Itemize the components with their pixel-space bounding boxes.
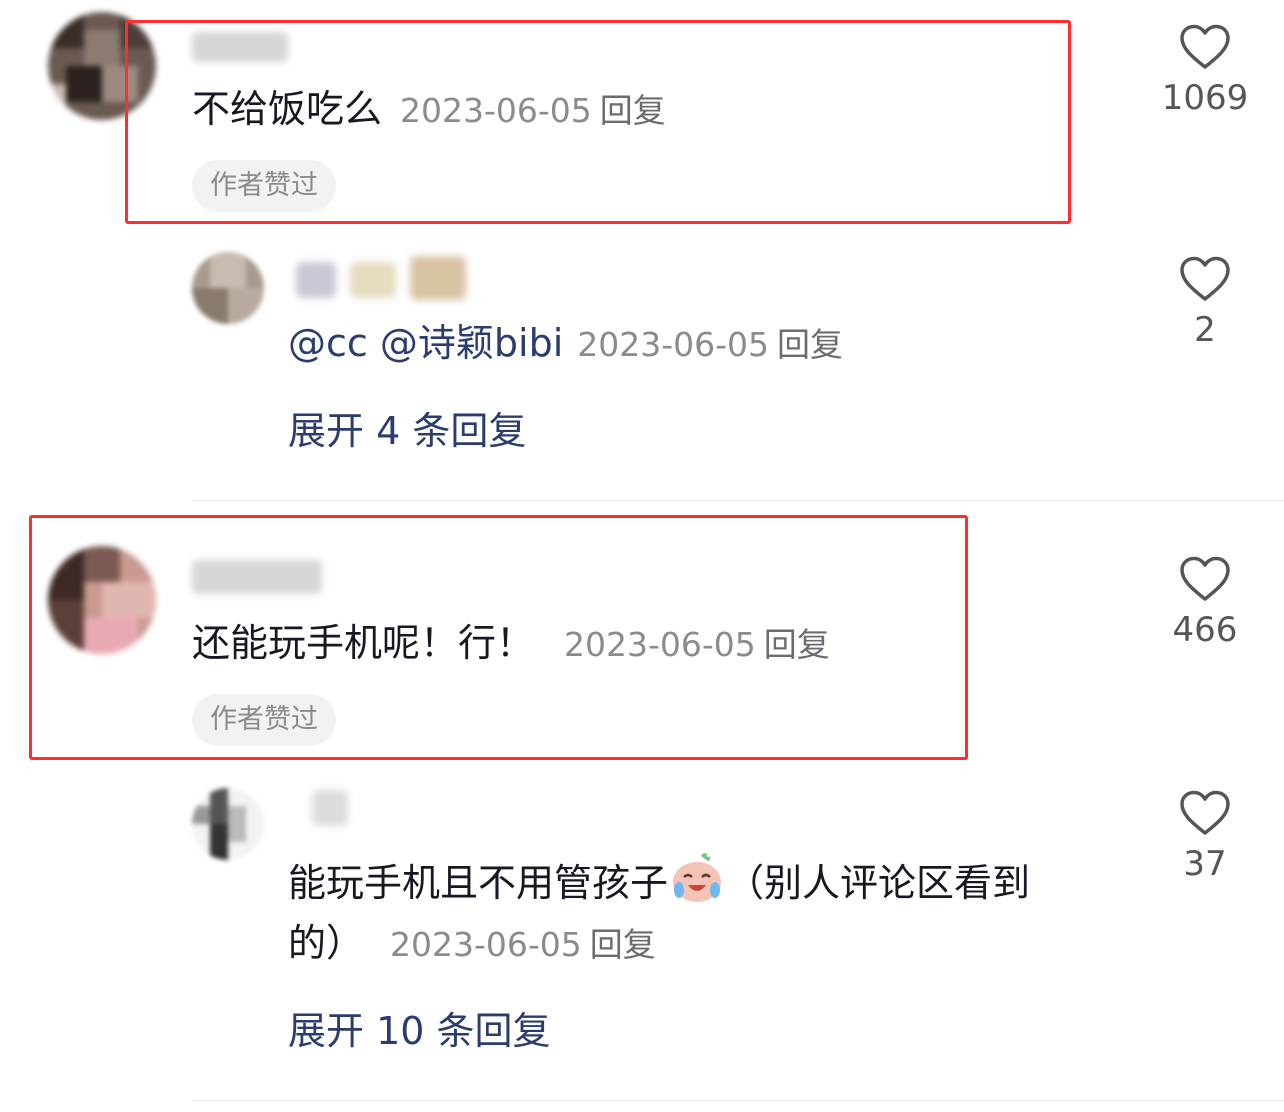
reply-avatar[interactable] — [192, 252, 264, 324]
reply-body-line1: 能玩手机且不用管孩子 （别人评论区看到 — [288, 852, 1030, 908]
reply-username-part — [350, 262, 396, 298]
like-button[interactable]: 2 — [1160, 256, 1250, 350]
like-button[interactable]: 1069 — [1160, 24, 1250, 118]
reply-button[interactable]: 回复 — [777, 325, 843, 364]
mention-link[interactable]: @cc — [288, 321, 368, 365]
expand-replies-button[interactable]: 展开 4 条回复 — [288, 400, 526, 455]
like-count: 37 — [1183, 844, 1227, 884]
expand-replies-button[interactable]: 展开 10 条回复 — [288, 1000, 551, 1055]
highlight-box — [125, 20, 1071, 224]
reply-date: 2023-06-05 — [577, 325, 770, 364]
heart-icon — [1180, 24, 1230, 69]
reply-username[interactable] — [296, 262, 336, 298]
crying-laughing-emoji — [670, 852, 724, 902]
reply-date: 2023-06-05 — [390, 925, 582, 964]
heart-icon — [1180, 256, 1230, 301]
like-button[interactable]: 466 — [1160, 556, 1250, 650]
reply-username-part — [410, 256, 466, 300]
like-count: 466 — [1172, 610, 1238, 650]
reply-text: 能玩手机且不用管孩子 — [288, 861, 669, 905]
like-button[interactable]: 37 — [1160, 790, 1250, 884]
divider — [192, 500, 1284, 501]
heart-icon — [1180, 790, 1230, 835]
highlight-box — [29, 515, 968, 760]
like-count: 1069 — [1161, 78, 1249, 118]
reply-body-line2: 的） 2023-06-05 回复 — [288, 918, 656, 970]
divider — [192, 1100, 1284, 1101]
reply-text: 的） — [288, 921, 365, 965]
reply-username[interactable] — [312, 790, 348, 826]
heart-icon — [1180, 556, 1230, 601]
mention-link[interactable]: @诗颖bibi — [380, 321, 563, 365]
reply-avatar[interactable] — [192, 788, 264, 860]
reply-text-tail: （别人评论区看到 — [726, 861, 1031, 905]
reply-button[interactable]: 回复 — [590, 925, 656, 964]
avatar-image — [192, 252, 264, 324]
reply-body: @cc @诗颖bibi 2023-06-05 回复 — [288, 318, 843, 370]
like-count: 2 — [1194, 310, 1216, 350]
avatar-image — [192, 788, 264, 860]
